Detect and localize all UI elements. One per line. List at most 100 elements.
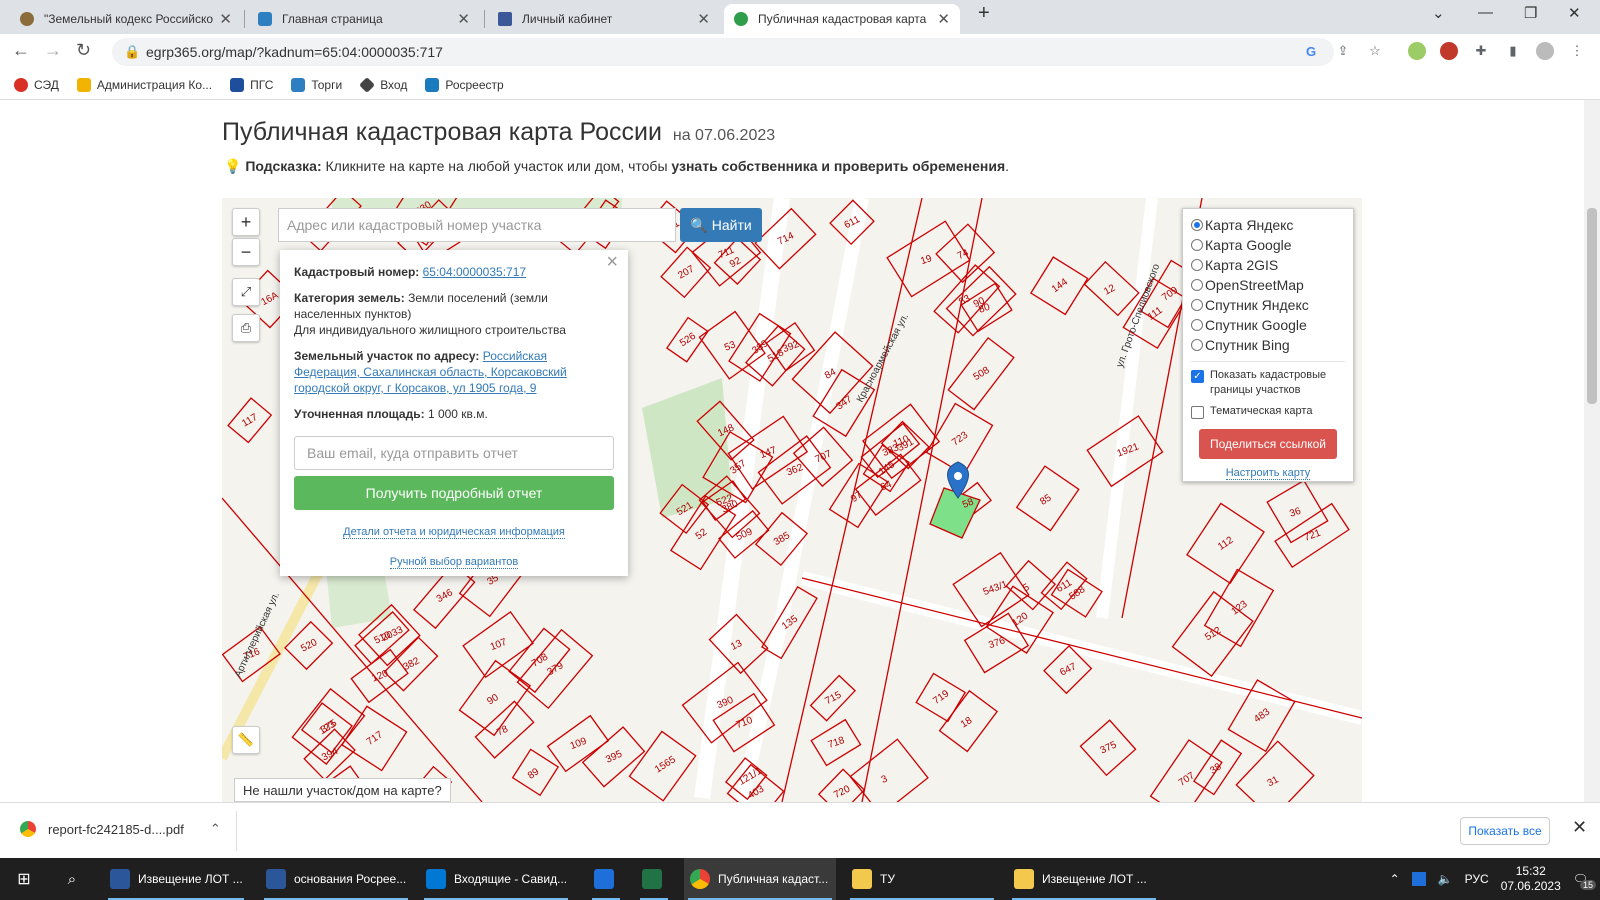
tab-search-icon[interactable]: ⌄ <box>1432 4 1445 22</box>
folder-icon <box>1014 869 1034 889</box>
close-icon[interactable]: × <box>606 252 618 272</box>
show-borders-checkbox[interactable]: ✓ Показать кадастровые границы участков <box>1191 368 1345 398</box>
forward-icon[interactable]: → <box>44 40 62 61</box>
fullscreen-icon[interactable]: ⤢ <box>232 278 260 306</box>
url-text: egrp365.org/map/?kadnum=65:04:0000035:71… <box>146 44 443 60</box>
extension-icon[interactable] <box>1408 42 1426 60</box>
layer-option-sat-bing[interactable]: Спутник Bing <box>1191 335 1345 355</box>
share-icon[interactable]: ⇪ <box>1334 42 1352 60</box>
bookmark-icon <box>76 77 91 92</box>
layer-option-yandex[interactable]: Карта Яндекс <box>1191 215 1345 235</box>
radio-icon <box>1191 219 1203 231</box>
download-item[interactable]: report-fc242185-d....pdf ⌃ <box>20 821 221 837</box>
close-icon[interactable]: ✕ <box>697 10 710 28</box>
layer-option-sat-google[interactable]: Спутник Google <box>1191 315 1345 335</box>
ruler-icon[interactable]: 📏 <box>232 726 260 754</box>
minimize-icon[interactable]: — <box>1478 4 1493 21</box>
parcel-label: 111 <box>1146 305 1165 323</box>
bookmark-icon <box>291 77 306 92</box>
checkbox-icon: ✓ <box>1191 370 1204 383</box>
parcel-label: 117 <box>240 412 260 430</box>
profile-avatar[interactable] <box>1536 42 1554 60</box>
taskbar-word-2[interactable]: основания Росрее... <box>260 858 412 900</box>
language-indicator[interactable]: РУС <box>1465 872 1489 886</box>
cadastral-number-link[interactable]: 65:04:0000035:717 <box>423 265 526 279</box>
address-search-input[interactable]: Адрес или кадастровый номер участка <box>278 208 676 242</box>
tab-favicon-icon <box>498 12 512 26</box>
new-tab-icon[interactable]: + <box>978 2 990 25</box>
chevron-up-icon[interactable]: ⌃ <box>210 821 221 837</box>
layer-option-google[interactable]: Карта Google <box>1191 235 1345 255</box>
volume-icon[interactable]: 🔈 <box>1438 872 1453 886</box>
clock[interactable]: 15:32 07.06.2023 <box>1501 864 1561 894</box>
parcel-info-popup: × Кадастровый номер: 65:04:0000035:717 К… <box>280 250 628 576</box>
layer-option-osm[interactable]: OpenStreetMap <box>1191 275 1345 295</box>
outlook-icon <box>426 869 446 889</box>
scrollbar-thumb[interactable] <box>1587 208 1597 404</box>
tab-personal-cabinet[interactable]: Личный кабинет ✕ <box>488 4 720 34</box>
app-tray-icon[interactable] <box>1411 872 1426 886</box>
parcel-label: 16А <box>259 290 280 308</box>
reload-icon[interactable]: ↻ <box>76 40 91 61</box>
layer-option-sat-yandex[interactable]: Спутник Яндекс <box>1191 295 1345 315</box>
bookmark-login[interactable]: Вход <box>359 76 407 93</box>
bookmark-icon <box>14 77 28 92</box>
tab-label: Личный кабинет <box>522 12 613 26</box>
not-found-button[interactable]: Не нашли участок/дом на карте? <box>234 778 451 802</box>
restore-icon[interactable]: ❐ <box>1524 4 1537 22</box>
share-link-button[interactable]: Поделиться ссылкой <box>1199 429 1337 459</box>
back-icon[interactable]: ← <box>12 40 30 61</box>
layer-option-2gis[interactable]: Карта 2GIS <box>1191 255 1345 275</box>
google-lens-icon[interactable]: G <box>1302 42 1320 60</box>
taskbar-app[interactable] <box>588 858 624 900</box>
zoom-out-button[interactable]: − <box>232 238 260 266</box>
search-icon[interactable]: ⌕ <box>56 858 88 900</box>
start-windows-icon[interactable]: ⊞ <box>8 858 40 900</box>
notifications-icon[interactable]: 🗨 15 <box>1573 872 1596 890</box>
bookmark-icon <box>425 77 440 92</box>
print-icon[interactable]: ⎙ <box>232 314 260 342</box>
manual-choice-link[interactable]: Ручной выбор вариантов <box>294 554 614 570</box>
bookmark-sed[interactable]: СЭД <box>14 77 59 92</box>
close-icon[interactable]: ✕ <box>219 10 232 28</box>
tab-zemelny-kodeks[interactable]: "Земельный кодекс Российской ✕ <box>10 4 242 34</box>
chevron-up-icon[interactable]: ⌃ <box>1390 872 1400 886</box>
tab-main-page[interactable]: Главная страница ✕ <box>248 4 480 34</box>
taskbar-folder-tu[interactable]: ТУ <box>846 858 998 900</box>
email-input[interactable]: Ваш email, куда отправить отчет <box>294 436 614 470</box>
taskbar-excel[interactable] <box>636 858 672 900</box>
taskbar-word-1[interactable]: Извещение ЛОТ ... <box>104 858 248 900</box>
extensions-puzzle-icon[interactable]: ✚ <box>1472 42 1490 60</box>
bookmark-torgi[interactable]: Торги <box>291 77 342 92</box>
taskbar-chrome[interactable]: Публичная кадаст... <box>684 858 836 900</box>
bookmark-pgs[interactable]: ПГС <box>230 77 273 92</box>
close-icon[interactable]: ✕ <box>1572 817 1587 838</box>
side-panel-icon[interactable]: ▮ <box>1504 42 1522 60</box>
window-close-icon[interactable]: ✕ <box>1568 4 1581 22</box>
parcel-label: 707 <box>1177 770 1197 789</box>
tab-favicon-icon <box>20 12 34 26</box>
thematic-map-checkbox[interactable]: Тематическая карта <box>1191 404 1345 419</box>
bookmark-star-icon[interactable]: ☆ <box>1366 42 1384 60</box>
report-details-link[interactable]: Детали отчета и юридическая информация <box>294 524 614 540</box>
taskbar-outlook[interactable]: Входящие - Савид... <box>420 858 572 900</box>
show-all-downloads-button[interactable]: Показать все <box>1460 817 1550 845</box>
cadastral-map[interactable]: 3853803753833797439290971053152508361533… <box>222 198 1362 802</box>
close-icon[interactable]: ✕ <box>457 10 470 28</box>
taskbar-folder-lot[interactable]: Извещение ЛОТ ... <box>1008 858 1160 900</box>
url-input[interactable]: 🔒 egrp365.org/map/?kadnum=65:04:0000035:… <box>112 38 1334 66</box>
search-button[interactable]: 🔍 Найти <box>680 208 762 242</box>
close-icon[interactable]: ✕ <box>937 10 950 28</box>
zoom-in-button[interactable]: + <box>232 208 260 236</box>
bookmark-administration[interactable]: Администрация Ко... <box>76 77 212 92</box>
tab-cadastral-map[interactable]: Публичная кадастровая карта ✕ <box>724 4 960 34</box>
bookmarks-bar: СЭД Администрация Ко... ПГС Торги Вход Р… <box>0 70 1600 100</box>
parcel-label: 392 <box>781 339 801 355</box>
map-settings-link[interactable]: Настроить карту <box>1191 467 1345 480</box>
extension-icon[interactable] <box>1440 42 1458 60</box>
page-scrollbar[interactable] <box>1584 100 1600 802</box>
get-report-button[interactable]: Получить подробный отчет <box>294 476 614 510</box>
bookmark-rosreestr[interactable]: Росреестр <box>425 77 504 92</box>
parcel-label: 720 <box>832 783 852 801</box>
menu-kebab-icon[interactable]: ⋮ <box>1568 42 1586 60</box>
